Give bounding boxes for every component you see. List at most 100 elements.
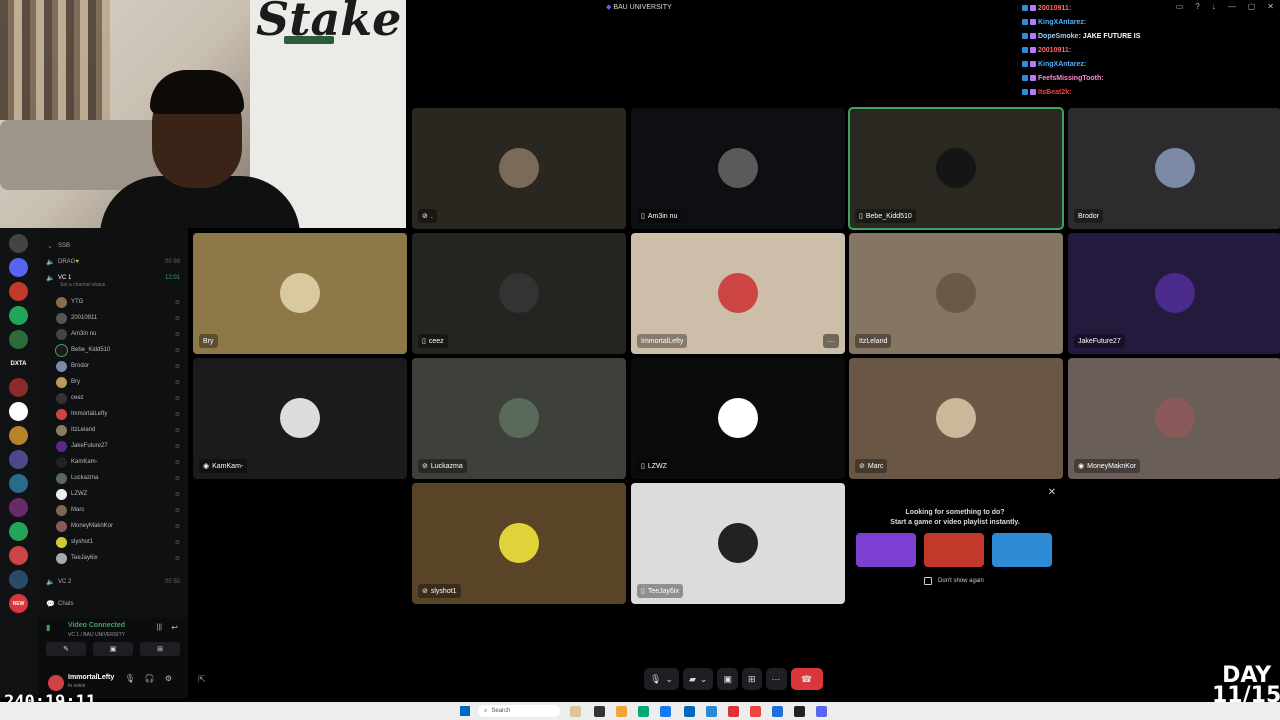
taskbar-app-icon[interactable] xyxy=(570,706,581,717)
voice-member[interactable]: TeeJay6ix ⊘ xyxy=(56,550,188,566)
taskbar-app-icon[interactable] xyxy=(728,706,739,717)
voice-member[interactable]: YTG ⊘ xyxy=(56,294,188,310)
voice-channel-vc2[interactable]: 🔈 VC 2 00 50 xyxy=(38,574,188,590)
close-button[interactable]: ✕ xyxy=(1267,2,1274,11)
taskbar-app-icon[interactable] xyxy=(772,706,783,717)
taskbar-app-icon[interactable] xyxy=(706,706,717,717)
activity-game-tile[interactable] xyxy=(924,533,984,567)
mic-icon[interactable]: 🎙 xyxy=(125,674,145,683)
more-icon[interactable]: ··· xyxy=(823,334,839,348)
taskbar-app-icon[interactable] xyxy=(638,706,649,717)
participant-tile[interactable]: ⊘. xyxy=(412,108,626,229)
voice-member[interactable]: KamKam- ⊘ xyxy=(56,454,188,470)
camera-toggle-button[interactable]: ✎ xyxy=(46,642,86,656)
server-icon[interactable] xyxy=(9,546,28,565)
participant-tile[interactable]: ⊘ Marc xyxy=(849,358,1063,479)
server-icon[interactable] xyxy=(9,306,28,325)
taskbar-app-icon[interactable] xyxy=(816,706,827,717)
server-icon[interactable] xyxy=(9,402,28,421)
disconnect-icon[interactable]: ↩ xyxy=(171,623,178,632)
mobile-icon: ▯ xyxy=(641,588,645,595)
participant-tile[interactable]: ItzLeland xyxy=(849,233,1063,354)
popout-icon[interactable]: ⇱ xyxy=(198,674,206,685)
server-icon[interactable] xyxy=(9,570,28,589)
camera-button[interactable]: ▰ ⌄ xyxy=(682,668,714,690)
voice-channel-location[interactable]: VC 1 / BAU UNIVERSITY xyxy=(68,632,125,638)
hangup-button[interactable]: ☎ xyxy=(790,668,823,690)
voice-member[interactable]: slyshot1 ⊘ xyxy=(56,534,188,550)
voice-member[interactable]: ItzLeland ⊘ xyxy=(56,422,188,438)
noise-suppression-icon[interactable]: ||| xyxy=(157,624,162,631)
taskbar-search[interactable]: ⌕ Search xyxy=(478,705,560,717)
taskbar-app-icon[interactable] xyxy=(616,706,627,717)
voice-member[interactable]: Marc ⊘ xyxy=(56,502,188,518)
server-icon[interactable] xyxy=(9,498,28,517)
participant-tile[interactable]: Bry xyxy=(193,233,407,354)
participant-tile[interactable]: ⊘ Luckazma xyxy=(412,358,626,479)
chat-username: KingXAntarez: xyxy=(1038,18,1087,26)
dont-show-again-checkbox[interactable]: Don't show again xyxy=(924,577,984,585)
server-icon[interactable]: DXTA xyxy=(9,354,28,373)
windows-start-icon[interactable] xyxy=(460,706,470,716)
screen-share-button[interactable]: ▣ xyxy=(93,642,133,656)
server-icon[interactable] xyxy=(9,282,28,301)
voice-member[interactable]: Brodor ⊘ xyxy=(56,358,188,374)
participant-tile[interactable]: Brodor xyxy=(1068,108,1280,229)
share-screen-button[interactable]: ▣ xyxy=(717,668,738,690)
voice-member[interactable]: Luckazma ⊘ xyxy=(56,470,188,486)
voice-channel-drag[interactable]: 🔈 DRAG ♥ 00 99 xyxy=(38,254,188,270)
voice-member[interactable]: ImmortalLefty ⊘ xyxy=(56,406,188,422)
activity-game-tile[interactable] xyxy=(856,533,916,567)
chats-category[interactable]: 💬 Chats xyxy=(38,596,188,612)
activities-button[interactable]: ⊞ xyxy=(140,642,180,656)
gear-icon[interactable]: ⚙ xyxy=(165,674,182,683)
new-badge[interactable]: NEW xyxy=(9,594,28,613)
participant-tile[interactable]: ▯ TeeJay6ix xyxy=(631,483,845,604)
participant-tile[interactable]: ▯ LZWZ xyxy=(631,358,845,479)
mic-button[interactable]: 🎙 ⌄ xyxy=(644,668,679,690)
avatar[interactable] xyxy=(48,675,64,691)
taskbar-app-icon[interactable] xyxy=(684,706,695,717)
taskbar-app-icon[interactable] xyxy=(750,706,761,717)
server-icon[interactable] xyxy=(9,450,28,469)
mute-icon: ⊘ xyxy=(174,459,180,466)
server-icon[interactable] xyxy=(9,522,28,541)
taskbar-app-icon[interactable] xyxy=(594,706,605,717)
participant-tile[interactable]: ◉ MoneyMaknKor xyxy=(1068,358,1280,479)
chevron-down-icon[interactable]: ⌄ xyxy=(700,674,708,685)
voice-member[interactable]: Bry ⊘ xyxy=(56,374,188,390)
participant-tile[interactable]: ImmortalLefty ··· xyxy=(631,233,845,354)
more-options-button[interactable]: ··· xyxy=(765,668,787,690)
headset-icon[interactable]: 🎧 xyxy=(145,674,165,683)
category-header[interactable]: ⌄ SSB xyxy=(38,238,188,254)
voice-member[interactable]: MoneyMaknKor ⊘ xyxy=(56,518,188,534)
server-icon[interactable] xyxy=(9,234,28,253)
current-username[interactable]: ImmortalLefty xyxy=(68,674,114,681)
participant-tile[interactable]: ▯ Bebe_Kidd510 xyxy=(848,107,1064,230)
channel-status[interactable]: Set a channel status xyxy=(38,280,188,290)
server-icon[interactable] xyxy=(9,330,28,349)
voice-member[interactable]: JakeFuture27 ⊘ xyxy=(56,438,188,454)
voice-member[interactable]: Am3in nu ⊘ xyxy=(56,326,188,342)
server-icon[interactable] xyxy=(9,426,28,445)
participant-tile[interactable]: ⊘ slyshot1 xyxy=(412,483,626,604)
activity-game-tile[interactable] xyxy=(992,533,1052,567)
chevron-down-icon[interactable]: ⌄ xyxy=(665,674,673,685)
close-icon[interactable]: ✕ xyxy=(1048,487,1056,498)
participant-tile[interactable]: ▯ ceez xyxy=(412,233,626,354)
server-icon[interactable] xyxy=(9,378,28,397)
voice-member[interactable]: Bebe_Kidd510 ⊘ xyxy=(55,342,188,358)
activities-button[interactable]: ⊞ xyxy=(741,668,762,690)
voice-member[interactable]: ceez ⊘ xyxy=(56,390,188,406)
taskbar-app-icon[interactable] xyxy=(660,706,671,717)
server-icon[interactable] xyxy=(9,474,28,493)
taskbar-app-icon[interactable] xyxy=(794,706,805,717)
participant-tile[interactable]: ◉ KamKam- xyxy=(193,358,407,479)
participant-tile[interactable]: ▯ Am3in nu xyxy=(631,108,845,229)
voice-member[interactable]: LZWZ ⊘ xyxy=(56,486,188,502)
server-icon[interactable] xyxy=(9,258,28,277)
checkbox[interactable] xyxy=(924,577,932,585)
voice-member[interactable]: 20010911 ⊘ xyxy=(56,310,188,326)
heart-icon: ♥ xyxy=(75,259,79,265)
participant-tile[interactable]: JakeFuture27 xyxy=(1068,233,1280,354)
